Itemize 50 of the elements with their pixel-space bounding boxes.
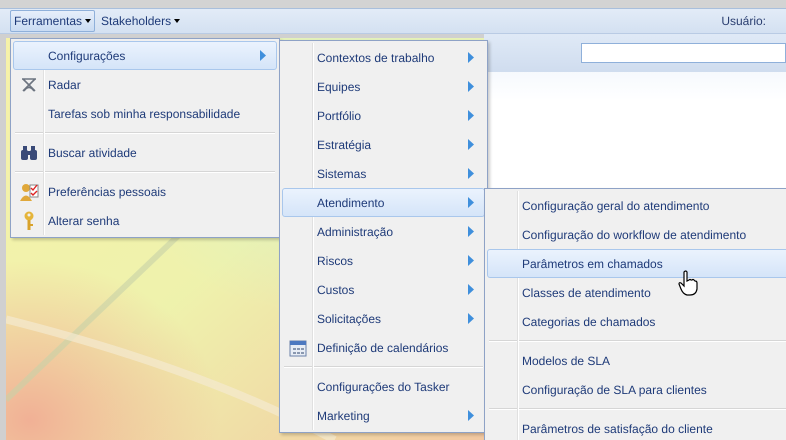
menu-item[interactable]: Administração	[282, 217, 485, 246]
submenu-arrow-icon	[468, 313, 474, 324]
menu-item[interactable]: Modelos de SLA	[487, 346, 786, 375]
menu-item[interactable]: Configurações	[13, 41, 277, 70]
menu-item[interactable]: Solicitações	[282, 304, 485, 333]
menu-item[interactable]: Preferências pessoais	[13, 177, 277, 206]
submenu-arrow-icon	[468, 197, 474, 208]
user-settings-icon	[19, 182, 39, 202]
caret-icon	[85, 19, 92, 23]
menu-item[interactable]: Radar	[13, 70, 277, 99]
menu-item[interactable]: Configuração do workflow de atendimento	[487, 220, 786, 249]
submenu-arrow-icon	[468, 284, 474, 295]
submenu-arrow-icon	[468, 168, 474, 179]
submenu-arrow-icon	[468, 255, 474, 266]
search-field[interactable]	[581, 43, 786, 63]
menu-item[interactable]: Parâmetros de satisfação do cliente	[487, 414, 786, 440]
menu-item[interactable]: Definição de calendários	[282, 333, 485, 362]
submenu-arrow-icon	[468, 110, 474, 121]
submenu-arrow-icon	[468, 410, 474, 421]
user-label: Usuário:	[721, 14, 766, 28]
menu-item[interactable]: Tarefas sob minha responsabilidade	[13, 99, 277, 128]
menu-item[interactable]: Contextos de trabalho	[282, 43, 485, 72]
binoculars-icon	[20, 144, 38, 160]
menu-item[interactable]: Classes de atendimento	[487, 278, 786, 307]
submenu-arrow-icon	[260, 50, 266, 61]
key-icon	[22, 210, 36, 230]
submenu-arrow-icon	[468, 52, 474, 63]
menu-bar-item[interactable]: Ferramentas	[10, 10, 96, 32]
submenu-arrow-icon	[468, 81, 474, 92]
menu-item[interactable]: Portfólio	[282, 101, 485, 130]
caret-icon	[174, 19, 180, 23]
menu-item[interactable]: Configurações do Tasker	[282, 372, 485, 401]
hand-cursor-icon	[677, 270, 699, 296]
menu-item[interactable]: Alterar senha	[13, 206, 277, 235]
submenu-arrow-icon	[468, 139, 474, 150]
menu-item[interactable]: Sistemas	[282, 159, 485, 188]
menu-item[interactable]: Custos	[282, 275, 485, 304]
menu-item[interactable]: Configuração de SLA para clientes	[487, 375, 786, 404]
menu-item[interactable]: Categorias de chamados	[487, 307, 786, 336]
menu-item[interactable]: Parâmetros em chamados	[487, 249, 786, 278]
calendar-icon	[289, 338, 307, 356]
menu-item[interactable]: Configuração geral do atendimento	[487, 191, 786, 220]
menu-item[interactable]: Atendimento	[282, 188, 485, 217]
menu-item[interactable]: Equipes	[282, 72, 485, 101]
menu-item[interactable]: Marketing	[282, 401, 485, 430]
submenu-arrow-icon	[468, 226, 474, 237]
menu-item[interactable]: Riscos	[282, 246, 485, 275]
menu-bar-item[interactable]: Stakeholders	[97, 10, 184, 32]
menu-item[interactable]: Estratégia	[282, 130, 485, 159]
menu-item[interactable]: Buscar atividade	[13, 138, 277, 167]
